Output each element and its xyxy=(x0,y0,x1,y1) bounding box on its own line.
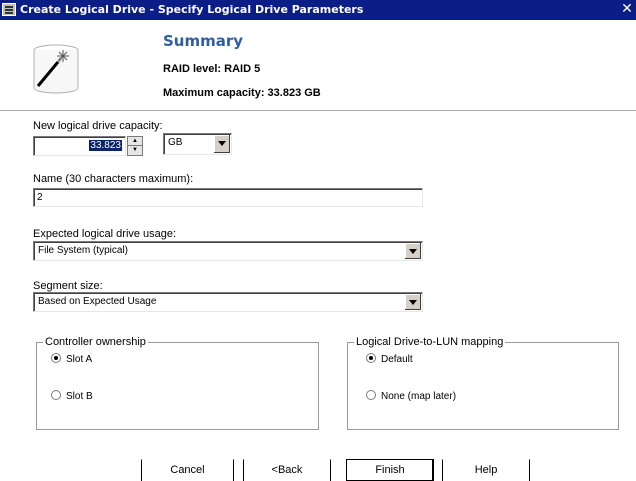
usage-value: File System (typical) xyxy=(38,245,129,256)
grid-window-icon[interactable] xyxy=(2,3,16,16)
back-button[interactable]: <Back xyxy=(243,459,331,481)
lun-mapping-group: Logical Drive-to-LUN mapping Default Non… xyxy=(347,336,619,430)
capacity-unit-select[interactable]: GB xyxy=(163,133,232,155)
segment-label: Segment size: xyxy=(33,280,103,292)
summary-header: Summary RAID level: RAID 5 Maximum capac… xyxy=(0,20,636,111)
stepper-down-icon[interactable]: ▼ xyxy=(128,146,142,155)
capacity-unit-value: GB xyxy=(168,137,183,148)
summary-heading: Summary xyxy=(163,32,244,50)
radio-slot-a[interactable]: Slot A xyxy=(51,353,92,365)
capacity-input[interactable]: 33.823 xyxy=(33,136,126,156)
chevron-down-icon[interactable] xyxy=(404,294,421,310)
title-bar: Create Logical Drive - Specify Logical D… xyxy=(0,0,636,20)
segment-select[interactable]: Based on Expected Usage xyxy=(33,292,423,312)
controller-ownership-group: Controller ownership Slot A Slot B xyxy=(36,336,319,430)
radio-default-label: Default xyxy=(381,354,413,365)
chevron-down-icon[interactable] xyxy=(404,243,421,259)
radio-slot-a-label: Slot A xyxy=(66,354,93,365)
radio-none[interactable]: None (map later) xyxy=(366,390,456,402)
magic-wand-icon xyxy=(33,44,79,94)
finish-button[interactable]: Finish xyxy=(346,459,434,481)
usage-label: Expected logical drive usage: xyxy=(33,228,177,240)
capacity-label: New logical drive capacity: xyxy=(33,120,163,132)
window-title: Create Logical Drive - Specify Logical D… xyxy=(20,3,364,16)
lun-mapping-legend: Logical Drive-to-LUN mapping xyxy=(354,336,506,348)
radio-checked-icon[interactable] xyxy=(51,353,61,363)
radio-none-label: None (map later) xyxy=(381,391,457,402)
radio-unchecked-icon[interactable] xyxy=(366,390,376,400)
radio-default[interactable]: Default xyxy=(366,353,413,365)
max-capacity-text: Maximum capacity: 33.823 GB xyxy=(163,87,321,99)
raid-level-text: RAID level: RAID 5 xyxy=(163,63,261,75)
name-input[interactable]: 2 xyxy=(33,188,423,207)
capacity-value: 33.823 xyxy=(89,140,122,151)
radio-checked-icon[interactable] xyxy=(366,353,376,363)
usage-select[interactable]: File System (typical) xyxy=(33,241,423,261)
chevron-down-icon[interactable] xyxy=(213,135,230,153)
stepper-up-icon[interactable]: ▲ xyxy=(128,137,142,146)
cancel-button[interactable]: Cancel xyxy=(141,459,234,481)
name-label: Name (30 characters maximum): xyxy=(33,173,194,185)
radio-slot-b-label: Slot B xyxy=(66,391,93,402)
capacity-stepper[interactable]: ▲ ▼ xyxy=(127,136,143,156)
segment-value: Based on Expected Usage xyxy=(38,296,157,307)
close-icon[interactable]: ✕ xyxy=(620,2,634,16)
controller-ownership-legend: Controller ownership xyxy=(43,336,148,348)
radio-unchecked-icon[interactable] xyxy=(51,390,61,400)
radio-slot-b[interactable]: Slot B xyxy=(51,390,93,402)
help-button[interactable]: Help xyxy=(442,459,530,481)
